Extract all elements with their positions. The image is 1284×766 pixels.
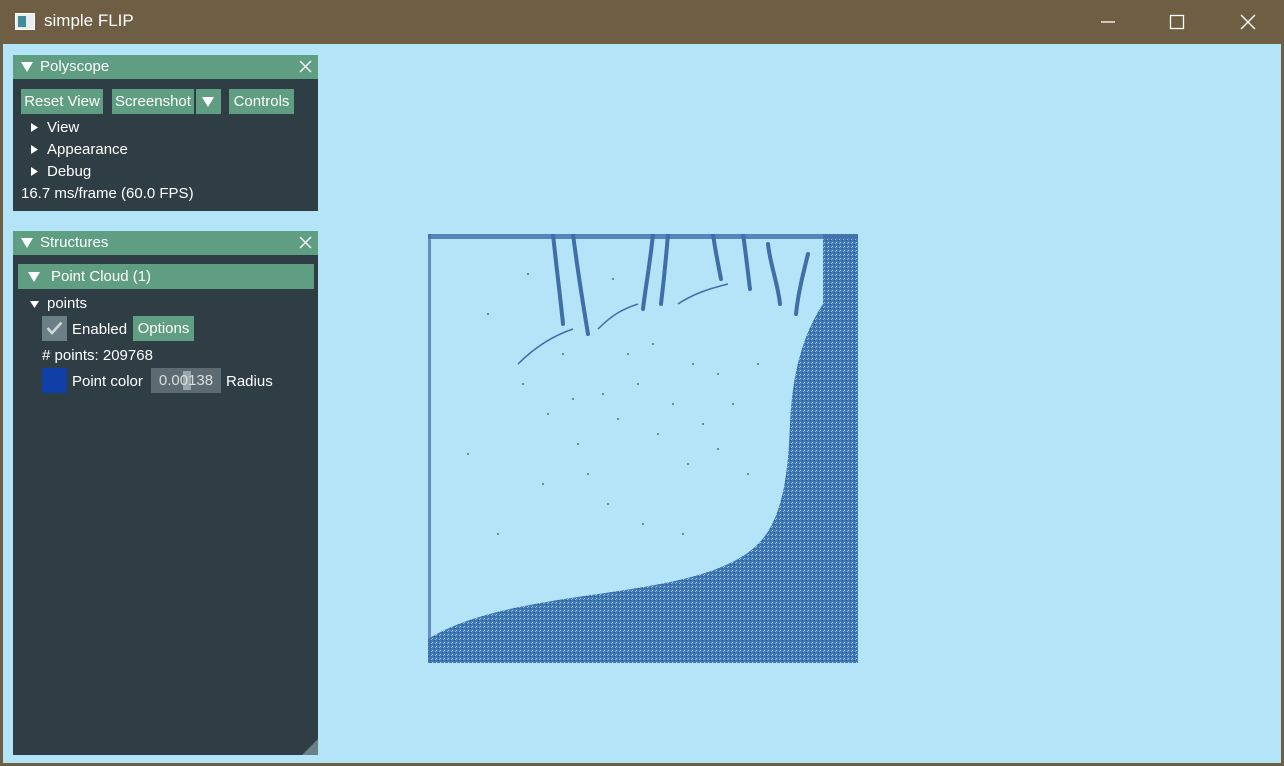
radius-label: Radius bbox=[226, 373, 273, 390]
panel-close-icon[interactable] bbox=[299, 236, 312, 249]
fps-readout: 16.7 ms/frame (60.0 FPS) bbox=[21, 185, 194, 202]
panel-close-icon[interactable] bbox=[299, 60, 312, 73]
screenshot-button[interactable]: Screenshot bbox=[112, 89, 194, 114]
section-appearance-label: Appearance bbox=[47, 141, 128, 158]
radius-value: 0.00138 bbox=[158, 372, 214, 389]
minimize-icon bbox=[1101, 21, 1115, 23]
points-node-label: points bbox=[47, 295, 88, 312]
fluid-drip-streaks bbox=[551, 234, 810, 336]
expand-triangle-icon bbox=[31, 145, 38, 154]
maximize-button[interactable] bbox=[1154, 0, 1200, 44]
point-cloud-render[interactable] bbox=[428, 234, 858, 663]
collapse-triangle-icon bbox=[30, 301, 39, 308]
screenshot-options-button[interactable] bbox=[196, 89, 221, 114]
collapse-triangle-icon[interactable] bbox=[21, 62, 33, 72]
window-title: simple FLIP bbox=[44, 11, 134, 30]
polyscope-panel: Polyscope Reset View Screenshot Controls… bbox=[13, 55, 318, 211]
controls-button[interactable]: Controls bbox=[229, 89, 294, 114]
fluid-thin-strands bbox=[517, 283, 729, 365]
section-view-label: View bbox=[47, 119, 80, 136]
dropdown-triangle-icon bbox=[202, 97, 214, 107]
expand-triangle-icon bbox=[31, 167, 38, 176]
collapse-triangle-icon bbox=[28, 272, 40, 282]
fluid-left-edge bbox=[428, 234, 431, 663]
point-cloud-group-header[interactable]: Point Cloud (1) bbox=[18, 264, 314, 289]
structures-panel-header[interactable]: Structures bbox=[13, 231, 318, 255]
point-cloud-group-label: Point Cloud (1) bbox=[51, 268, 152, 285]
polyscope-panel-header[interactable]: Polyscope bbox=[13, 55, 318, 79]
enabled-label: Enabled bbox=[72, 321, 128, 338]
minimize-button[interactable] bbox=[1085, 0, 1131, 44]
close-button[interactable] bbox=[1225, 0, 1271, 44]
checkmark-icon bbox=[46, 321, 63, 335]
section-debug-label: Debug bbox=[47, 163, 92, 180]
radius-drag-field[interactable]: 0.00138 bbox=[151, 368, 221, 393]
fluid-top-edge bbox=[428, 234, 858, 239]
maximize-icon bbox=[1169, 14, 1185, 30]
window-titlebar: simple FLIP bbox=[0, 0, 1284, 44]
points-count: # points: 209768 bbox=[42, 347, 153, 364]
point-color-label: Point color bbox=[72, 373, 143, 390]
polyscope-title: Polyscope bbox=[40, 58, 110, 75]
structures-panel: Structures Point Cloud (1) points Enable… bbox=[13, 231, 318, 755]
options-button[interactable]: Options bbox=[133, 316, 194, 341]
point-color-swatch[interactable] bbox=[42, 368, 67, 393]
fluid-spray-droplets bbox=[467, 273, 759, 535]
enabled-checkbox[interactable] bbox=[42, 316, 67, 341]
close-icon bbox=[1240, 14, 1256, 30]
structures-title: Structures bbox=[40, 234, 109, 251]
render-viewport[interactable]: Polyscope Reset View Screenshot Controls… bbox=[3, 44, 1281, 763]
expand-triangle-icon bbox=[31, 123, 38, 132]
reset-view-button[interactable]: Reset View bbox=[21, 89, 103, 114]
app-icon bbox=[15, 13, 35, 30]
resize-grip-icon[interactable] bbox=[302, 739, 318, 755]
collapse-triangle-icon[interactable] bbox=[21, 238, 33, 248]
